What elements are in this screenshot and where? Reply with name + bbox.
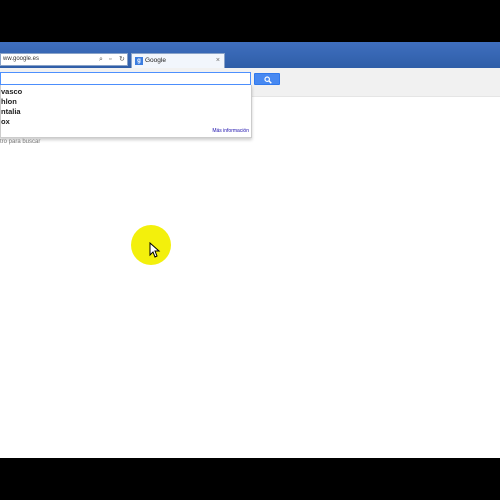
suggestion-item[interactable]: hlon (1, 97, 17, 106)
lock-icon: ▫ (109, 56, 112, 63)
suggestions-dropdown: vasco hlon ntalia ox Más información (0, 85, 252, 138)
suggestion-item[interactable]: ntalia (1, 107, 21, 116)
address-text: ww.google.es (3, 56, 40, 62)
suggestion-item[interactable]: ox (1, 117, 10, 126)
tab-google[interactable]: g Google × (131, 53, 225, 68)
close-icon[interactable]: × (216, 54, 220, 68)
refresh-icon[interactable]: ↻ (119, 54, 125, 65)
search-input[interactable] (0, 72, 251, 85)
search-hint: tro para buscar (0, 139, 41, 145)
search-icon[interactable]: ⌕ (99, 54, 103, 65)
google-favicon-icon: g (135, 57, 143, 65)
search-icon (264, 76, 272, 84)
address-bar[interactable]: ww.google.es ⌕ ▫ ↻ (0, 53, 128, 66)
suggestion-item[interactable]: vasco (1, 87, 22, 96)
screen: ww.google.es ⌕ ▫ ↻ g Google × vasco hlon… (0, 42, 500, 458)
tab-title: Google (145, 57, 166, 64)
cursor-icon (149, 242, 161, 258)
more-info-link[interactable]: Más información (212, 128, 249, 134)
browser-toolbar: ww.google.es ⌕ ▫ ↻ g Google × (0, 42, 500, 68)
search-button[interactable] (254, 73, 280, 85)
